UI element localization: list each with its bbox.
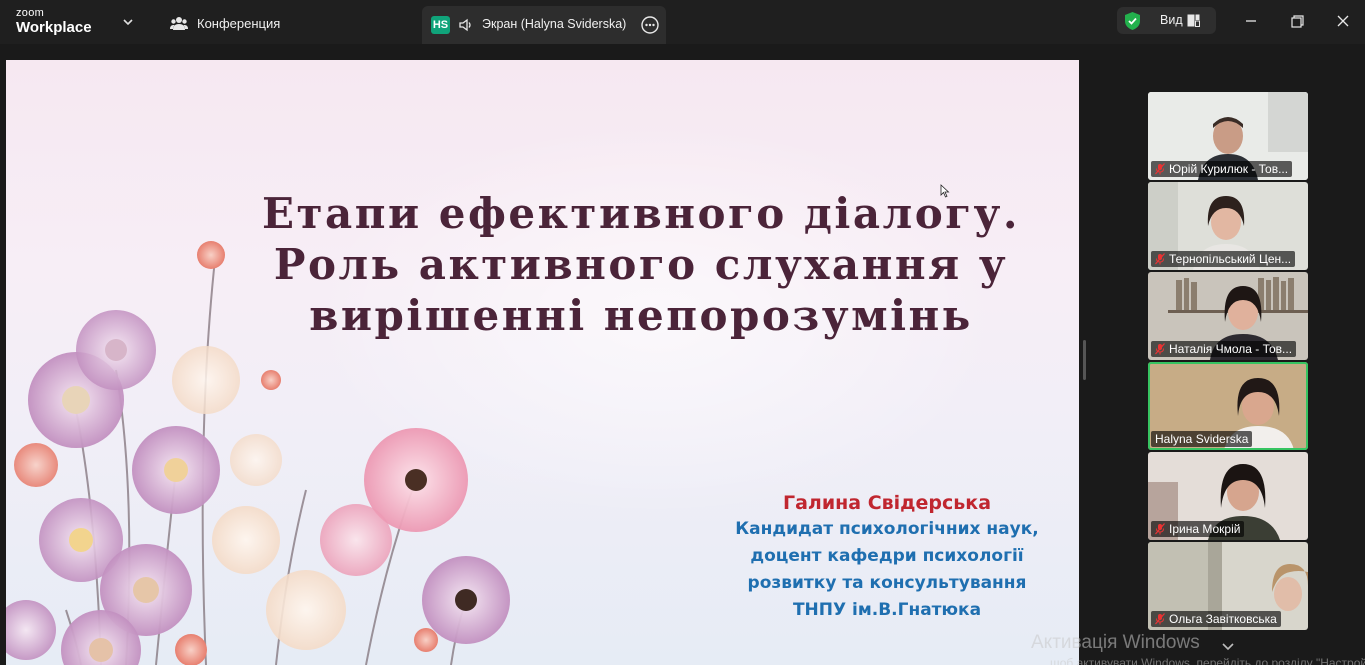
panel-resize-handle[interactable] (1083, 340, 1086, 380)
author-line: розвитку та консультування (747, 573, 1027, 593)
participant-name-label: Ірина Мокрій (1151, 521, 1245, 537)
participant-gallery: Юрій Курилюк - Тов... Тернопільський Цен… (1148, 92, 1308, 632)
participant-name: Юрій Курилюк - Тов... (1169, 162, 1289, 176)
participant-tile[interactable]: Наталія Чмола - Тов... (1148, 272, 1308, 360)
windows-activation-subtitle: ...щоб активувати Windows, перейдіть до … (1040, 656, 1365, 665)
participant-name-label: Наталія Чмола - Тов... (1151, 341, 1297, 357)
screen-share-tab[interactable]: HS Экран (Halyna Sviderska) (422, 6, 666, 44)
author-line: Кандидат психологічних наук, (735, 519, 1039, 539)
participant-name-label: Тернопільський Цен... (1151, 251, 1296, 267)
zoom-window: zoom Workplace Конференция HS Экран (Hal… (0, 0, 1365, 665)
conference-tab[interactable]: Конференция (170, 12, 280, 34)
slide-title-line: Роль активного слухання у (273, 240, 1009, 289)
author-line: доцент кафедри психології (750, 546, 1024, 566)
screen-sharer-badge: HS (431, 16, 450, 34)
mic-muted-icon (1155, 343, 1165, 355)
zoom-logo[interactable]: zoom Workplace (16, 8, 106, 38)
mic-muted-icon (1155, 613, 1165, 625)
more-options-icon[interactable] (640, 15, 660, 35)
screen-share-label: Экран (Halyna Sviderska) (482, 17, 627, 31)
restore-icon[interactable] (1286, 10, 1308, 32)
author-name: Галина Свідерська (782, 492, 992, 514)
participant-name: Halyna Sviderska (1155, 432, 1249, 446)
participant-tile-active-speaker[interactable]: Halyna Sviderska (1148, 362, 1308, 450)
security-shield-icon (1125, 12, 1140, 30)
participant-name-label: Halyna Sviderska (1151, 431, 1253, 447)
author-line: ТНПУ ім.В.Гнатюка (792, 600, 982, 620)
participant-name-label: Ольга Завітковська (1151, 611, 1281, 627)
slide-title-line: вирішенні непорозумінь (309, 291, 973, 340)
view-label: Вид (1160, 13, 1183, 27)
close-icon[interactable] (1332, 10, 1354, 32)
conference-label: Конференция (197, 15, 281, 31)
participant-tile[interactable]: Юрій Курилюк - Тов... (1148, 92, 1308, 180)
grid-view-icon (1187, 14, 1200, 27)
participant-name: Наталія Чмола - Тов... (1169, 342, 1293, 356)
windows-activation-watermark: Активація Windows (1031, 632, 1200, 653)
speaker-icon[interactable] (458, 17, 474, 33)
slide-title-line: Етапи ефективного діалогу. (262, 189, 1020, 238)
participant-tile[interactable]: Ольга Завітковська (1148, 542, 1308, 630)
mic-muted-icon (1155, 163, 1165, 175)
title-bar: zoom Workplace Конференция HS Экран (Hal… (0, 0, 1365, 44)
logo-line1: zoom (16, 7, 45, 19)
participant-name: Тернопільський Цен... (1169, 252, 1292, 266)
mic-muted-icon (1155, 523, 1165, 535)
author-block: Галина Свідерська Кандидат психологічних… (706, 490, 1068, 624)
participant-tile[interactable]: Тернопільський Цен... (1148, 182, 1308, 270)
participant-tile[interactable]: Ірина Мокрій (1148, 452, 1308, 540)
mouse-cursor-icon (940, 184, 950, 198)
minimize-icon[interactable] (1240, 10, 1262, 32)
participant-name: Ірина Мокрій (1169, 522, 1241, 536)
participant-name: Ольга Завітковська (1169, 612, 1277, 626)
shared-screen[interactable]: Етапи ефективного діалогу. Роль активног… (6, 60, 1079, 665)
scroll-down-chevron-icon[interactable] (1220, 640, 1236, 654)
slide-title: Етапи ефективного діалогу. Роль активног… (216, 188, 1066, 341)
participant-name-label: Юрій Курилюк - Тов... (1151, 161, 1293, 177)
chevron-down-icon[interactable] (121, 15, 135, 29)
logo-line2: Workplace (16, 19, 92, 36)
mic-muted-icon (1155, 253, 1165, 265)
view-menu-button[interactable]: Вид (1117, 7, 1216, 34)
participants-icon (170, 17, 188, 30)
